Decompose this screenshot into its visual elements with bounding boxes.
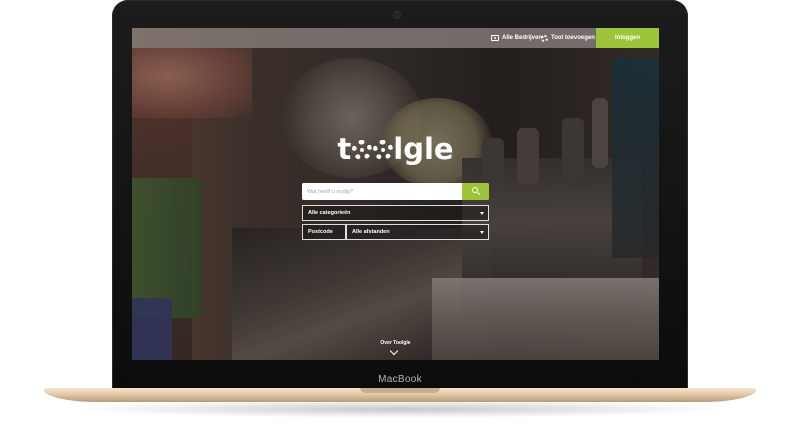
chevron-down-icon [480, 231, 484, 234]
all-companies-link[interactable]: Alle Bedrijven [491, 28, 542, 48]
distance-select[interactable]: Alle afstanden [346, 224, 489, 240]
logo-text-start: t [337, 132, 352, 166]
toolgle-logo[interactable]: t lgle [132, 132, 659, 166]
all-companies-label: Alle Bedrijven [502, 35, 543, 41]
search-icon [472, 187, 478, 193]
postcode-label: Postcode [308, 229, 333, 235]
about-toolgle-link[interactable]: Over Toolgle [132, 340, 659, 346]
logo-gear-icon [372, 140, 393, 160]
category-select-value: Alle categorieën [308, 210, 351, 216]
login-button[interactable]: Inloggen [596, 28, 659, 48]
logo-text-end: lgle [393, 132, 454, 166]
add-tool-link[interactable]: Tool toevoegen [541, 28, 595, 48]
camera-icon [491, 35, 499, 41]
laptop-shadow [70, 400, 730, 418]
postcode-field[interactable]: Postcode [302, 224, 346, 240]
macbook-label: MacBook [378, 374, 422, 385]
laptop-mockup: Alle Bedrijven Tool toevoegen Inloggen t… [0, 0, 800, 438]
gears-icon [541, 34, 548, 42]
laptop-base-notch [360, 388, 440, 393]
search-button[interactable] [462, 183, 489, 200]
webcam-icon [394, 12, 400, 18]
laptop-screen: Alle Bedrijven Tool toevoegen Inloggen t… [132, 28, 659, 360]
chevron-down-icon [480, 212, 484, 215]
add-tool-label: Tool toevoegen [551, 35, 595, 41]
distance-select-value: Alle afstanden [352, 229, 390, 235]
search-bar [302, 183, 489, 200]
category-select[interactable]: Alle categorieën [302, 205, 489, 221]
logo-gear-icon [351, 140, 372, 160]
search-input[interactable] [302, 183, 462, 200]
